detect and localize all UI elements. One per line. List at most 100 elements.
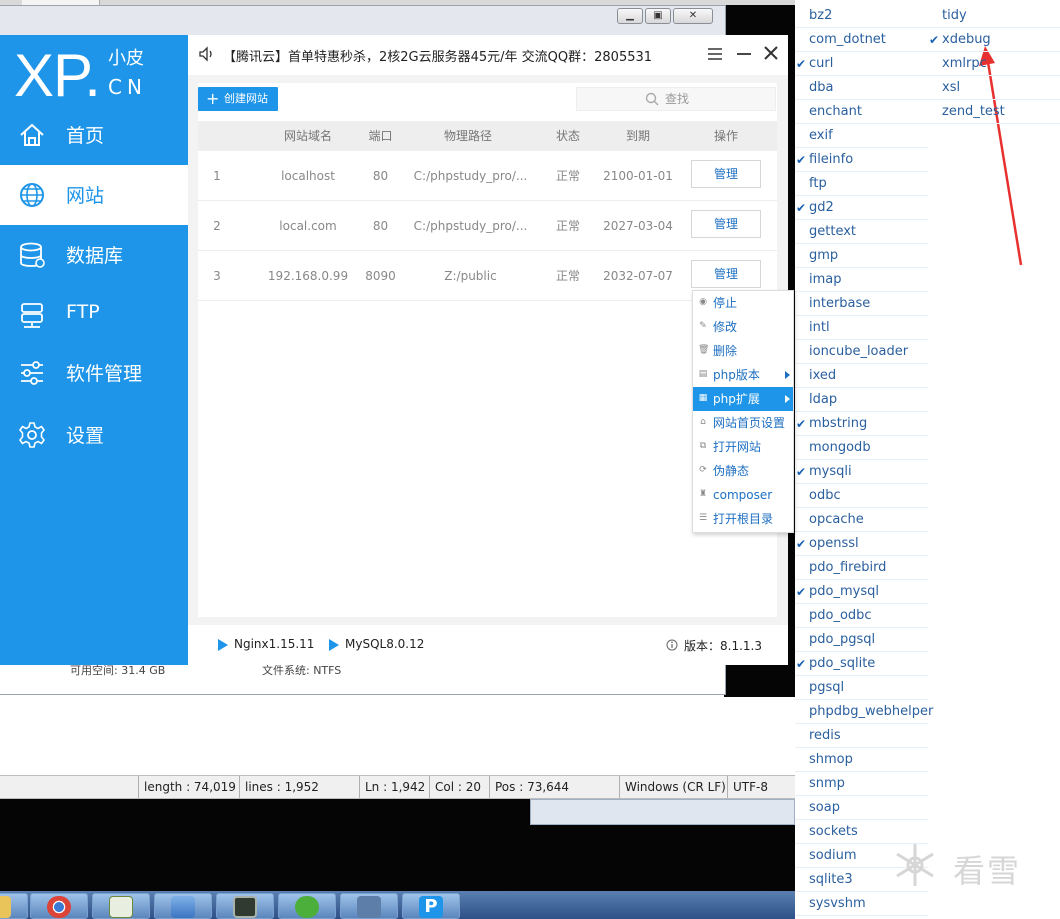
extension-label: soap	[809, 800, 840, 815]
context-menu-item[interactable]: ▦ php扩展	[693, 387, 793, 411]
taskbar-button-network[interactable]	[340, 893, 398, 919]
sidebar-item-software[interactable]: 软件管理	[0, 343, 188, 403]
extension-item-mbstring[interactable]: ✔ mbstring	[795, 412, 928, 436]
extension-item-pdo-sqlite[interactable]: ✔ pdo_sqlite	[795, 652, 928, 676]
extension-item-fileinfo[interactable]: ✔ fileinfo	[795, 148, 928, 172]
extension-item-intl[interactable]: intl	[795, 316, 928, 340]
extension-label: exif	[809, 128, 833, 143]
context-menu-item[interactable]: ✎ 修改	[693, 315, 793, 339]
extension-label: redis	[809, 728, 841, 743]
taskbar-button-control-panel[interactable]	[154, 893, 212, 919]
extension-item-gmp[interactable]: gmp	[795, 244, 928, 268]
extension-item-dba[interactable]: dba	[795, 76, 928, 100]
extension-item-enchant[interactable]: enchant	[795, 100, 928, 124]
context-menu-item[interactable]: ♜ composer	[693, 483, 793, 507]
extension-item-openssl[interactable]: ✔ openssl	[795, 532, 928, 556]
extension-item-redis[interactable]: redis	[795, 724, 928, 748]
extension-item-pdo-pgsql[interactable]: pdo_pgsql	[795, 628, 928, 652]
background-maximize-button[interactable]: ▣	[645, 8, 671, 24]
extension-item-ldap[interactable]: ldap	[795, 388, 928, 412]
extension-item-xmlrpc[interactable]: xmlrpc	[928, 52, 1060, 76]
sidebar-item-website[interactable]: 网站	[0, 165, 188, 225]
checkmark-icon: ✔	[796, 465, 807, 479]
sidebar-item-home[interactable]: 首页	[0, 105, 188, 165]
home-icon	[20, 123, 44, 146]
extension-label: openssl	[809, 536, 859, 551]
extension-item-ioncube-loader[interactable]: ioncube_loader	[795, 340, 928, 364]
extension-item-mongodb[interactable]: mongodb	[795, 436, 928, 460]
extension-item-snmp[interactable]: snmp	[795, 772, 928, 796]
table-row: 1 localhost 80 C:/phpstudy_pro/... 正常 21…	[198, 151, 777, 201]
taskbar-button-notepad[interactable]	[92, 893, 150, 919]
context-menu-item[interactable]: ☰ 打开根目录	[693, 507, 793, 531]
extension-item-zend-test[interactable]: zend_test	[928, 100, 1060, 124]
sidebar-item-database[interactable]: 数据库	[0, 225, 188, 285]
taskbar-button-phpstudy[interactable]: P	[402, 893, 460, 919]
extension-item-com-dotnet[interactable]: com_dotnet	[795, 28, 928, 52]
manage-button[interactable]: 管理	[691, 260, 761, 288]
open-icon: ⧉	[699, 441, 707, 451]
extension-item-shmop[interactable]: shmop	[795, 748, 928, 772]
create-website-button[interactable]: + 创建网站	[198, 87, 278, 111]
extension-item-bz2[interactable]: bz2	[795, 4, 928, 28]
extension-item-ftp[interactable]: ftp	[795, 172, 928, 196]
close-icon[interactable]	[762, 44, 780, 62]
context-menu-item[interactable]: 🗑 删除	[693, 339, 793, 363]
manage-button[interactable]: 管理	[691, 160, 761, 188]
notice-text[interactable]: 【腾讯云】首单特惠秒杀，2核2G云服务器45元/年 交流QQ群：2805531	[223, 46, 652, 65]
extension-item-phpdbg-webhelper[interactable]: phpdbg_webhelper	[795, 700, 933, 724]
sidebar-item-settings[interactable]: 设置	[0, 405, 188, 465]
extension-label: curl	[809, 56, 834, 71]
snowflake-icon	[896, 844, 934, 886]
row-index: 2	[213, 219, 221, 233]
stop-icon: ◉	[699, 297, 707, 307]
extension-item-curl[interactable]: ✔ curl	[795, 52, 928, 76]
extension-item-soap[interactable]: soap	[795, 796, 928, 820]
extension-label: interbase	[809, 296, 871, 311]
home-small-icon: ⌂	[700, 417, 706, 427]
menu-icon[interactable]	[706, 45, 724, 63]
extension-item-pdo-odbc[interactable]: pdo_odbc	[795, 604, 928, 628]
nginx-service[interactable]: Nginx1.15.11	[234, 637, 314, 651]
extension-item-tidy[interactable]: tidy	[928, 4, 1060, 28]
search-icon	[645, 92, 659, 106]
extension-item-pdo-mysql[interactable]: ✔ pdo_mysql	[795, 580, 928, 604]
context-menu-label: 打开网站	[713, 440, 762, 454]
logo-cn-top: 小皮	[108, 48, 144, 69]
sliders-icon	[21, 361, 43, 385]
extension-item-exif[interactable]: exif	[795, 124, 928, 148]
context-menu-item[interactable]: ▤ php版本	[693, 363, 793, 387]
taskbar-button-wechat[interactable]	[278, 893, 336, 919]
context-menu-item[interactable]: ◉ 停止	[693, 291, 793, 315]
extension-item-mysqli[interactable]: ✔ mysqli	[795, 460, 928, 484]
mysql-service[interactable]: MySQL8.0.12	[345, 637, 424, 651]
context-menu-label: 修改	[713, 320, 738, 334]
extension-item-gettext[interactable]: gettext	[795, 220, 928, 244]
manage-button[interactable]: 管理	[691, 210, 761, 238]
background-close-button[interactable]: ✕	[673, 8, 713, 24]
taskbar-button-folder[interactable]	[0, 893, 28, 919]
extension-item-odbc[interactable]: odbc	[795, 484, 928, 508]
extension-item-opcache[interactable]: opcache	[795, 508, 928, 532]
minimize-icon[interactable]	[735, 45, 753, 63]
extension-item-xdebug[interactable]: ✔ xdebug	[928, 28, 1060, 52]
taskbar-button-monitor[interactable]	[216, 893, 274, 919]
extension-label: mongodb	[809, 440, 871, 455]
sidebar-item-ftp[interactable]: FTP	[0, 285, 188, 345]
extension-item-ixed[interactable]: ixed	[795, 364, 928, 388]
sidebar-item-label: 设置	[66, 425, 105, 447]
extension-item-imap[interactable]: imap	[795, 268, 928, 292]
context-menu-label: 打开根目录	[713, 512, 774, 526]
background-minimize-button[interactable]: ▁	[617, 8, 643, 24]
extension-item-xsl[interactable]: xsl	[928, 76, 1060, 100]
context-menu-item[interactable]: ⧉ 打开网站	[693, 435, 793, 459]
context-menu-item[interactable]: ⌂ 网站首页设置	[693, 411, 793, 435]
context-menu-item[interactable]: ⟳ 伪静态	[693, 459, 793, 483]
search-input[interactable]: 查找	[576, 87, 776, 111]
taskbar-button-chrome[interactable]	[30, 893, 88, 919]
extension-item-gd2[interactable]: ✔ gd2	[795, 196, 928, 220]
extension-item-sysvshm[interactable]: sysvshm	[795, 892, 928, 916]
extension-item-pdo-firebird[interactable]: pdo_firebird	[795, 556, 928, 580]
extension-item-interbase[interactable]: interbase	[795, 292, 928, 316]
extension-item-pgsql[interactable]: pgsql	[795, 676, 928, 700]
